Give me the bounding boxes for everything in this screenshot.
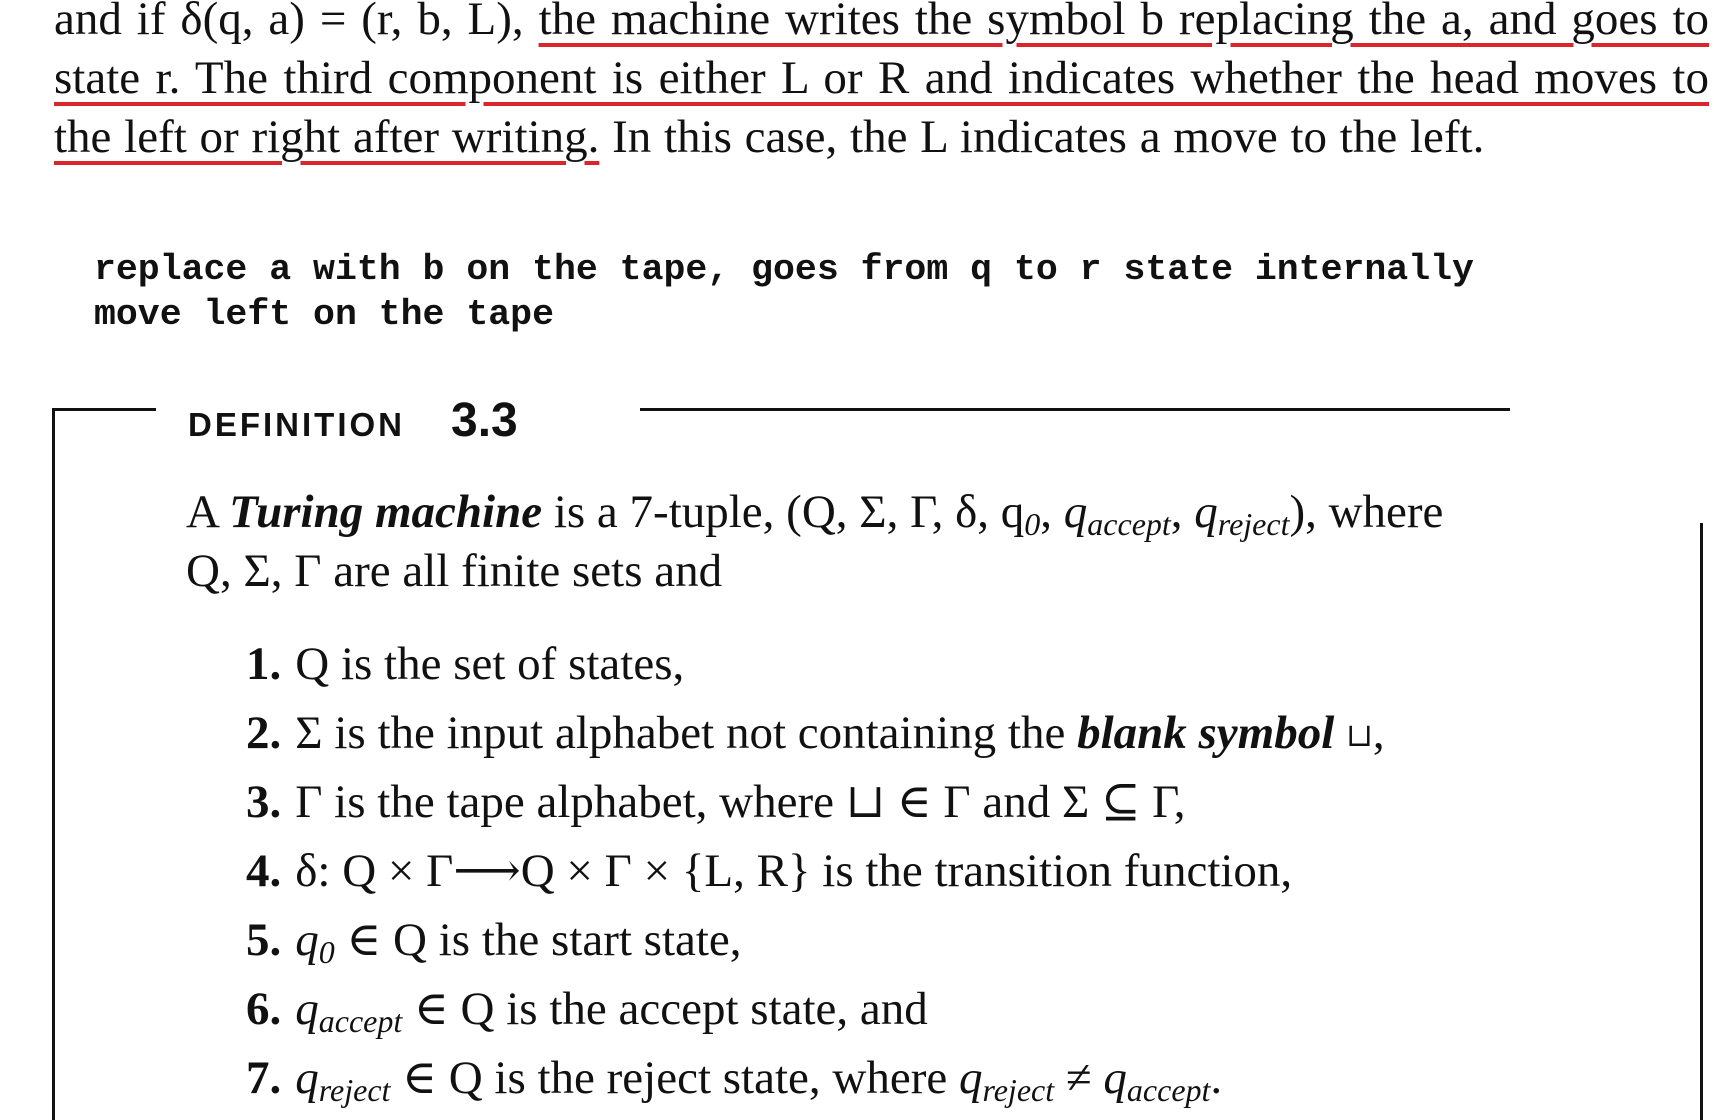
definition-intro: A Turing machine is a 7-tuple, (Q, Σ, Γ,… [186,483,1586,601]
definition-heading: DEFINITION 3.3 [188,393,518,448]
definition-box-top-right-border [640,408,1510,411]
transition-paragraph: and if δ(q, a) = (r, b, L), the machine … [54,0,1709,167]
definition-number: 3.3 [451,394,518,447]
list-item: 2. Σ is the input alphabet not containing… [246,707,1385,759]
list-item: 5. q0 ∈ Q is the start state, [246,914,742,970]
definition-list: 1. Q is the set of states, 2. Σ is the inp… [246,630,1385,1113]
definition-label: DEFINITION [188,406,405,443]
list-item: 3. Γ is the tape alphabet, where ⊔ ∈ Γ an… [246,776,1186,828]
definition-box-left-border [52,408,55,1120]
note-line-1: replace a with b on the tape, goes from … [94,249,1474,290]
note-line-2: move left on the tape [94,294,554,335]
list-item: 7. qreject ∈ Q is the reject state, where… [246,1052,1223,1108]
definition-box-right-border [1700,523,1703,1120]
definition-intro-line-2: Q, Σ, Γ are all finite sets and [186,545,723,597]
term-turing-machine: Turing machine [229,486,543,538]
handwritten-note: replace a with b on the tape, goes from … [94,247,1474,337]
textbook-page: and if δ(q, a) = (r, b, L), the machine … [0,0,1714,1120]
paragraph-lead: and if δ(q, a) = (r, b, L), [54,0,524,45]
definition-box-top-left-border [52,408,156,411]
definition-intro-line-1: A Turing machine is a 7-tuple, (Q, Σ, Γ,… [186,486,1444,542]
list-item: 4. δ: Q × Γ⟶Q × Γ × {L, R} is the transit… [246,845,1293,897]
blank-symbol-glyph: ⊔ [1346,717,1373,753]
term-blank-symbol: blank symbol [1077,707,1335,759]
paragraph-tail: In this case, the L indicates a move to … [612,111,1485,163]
list-item: 6. qaccept ∈ Q is the accept state, and [246,983,928,1039]
list-item: 1. Q is the set of states, [246,638,685,690]
